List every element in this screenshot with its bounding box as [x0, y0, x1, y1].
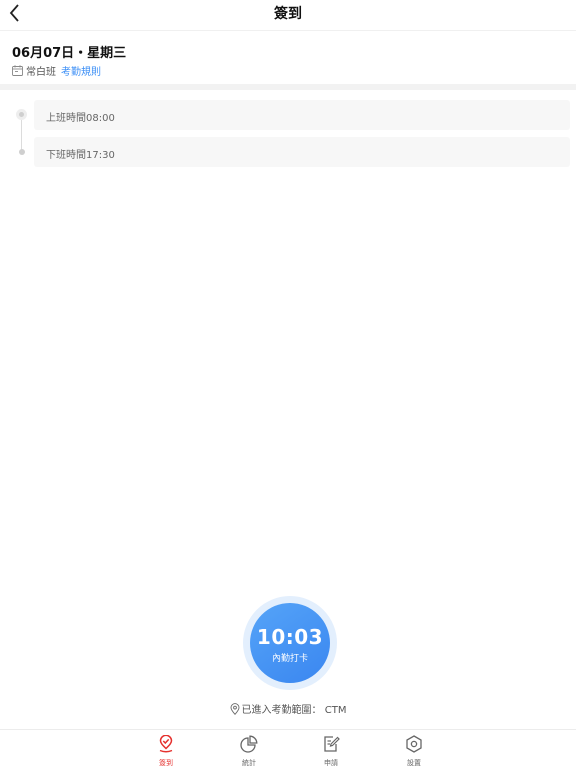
location-status-text: 已進入考勤範圍： CTM [241, 705, 347, 716]
tab-sign-in[interactable]: 簽到 [146, 735, 186, 767]
clock-out-time-label: 下班時間17:30 [46, 150, 115, 161]
tab-statistics-label: 統計 [242, 759, 256, 767]
top-nav-bar: 簽到 [0, 0, 576, 30]
punch-label: 內勤打卡 [271, 654, 308, 664]
settings-hexagon-icon [406, 735, 422, 753]
shift-row: 常白班 考勤規則 [12, 63, 101, 78]
page-title: 簽到 [274, 6, 302, 22]
timeline-dot [19, 149, 25, 155]
pie-chart-icon [240, 735, 258, 753]
section-divider [0, 84, 576, 90]
punch-in-button[interactable]: 10:03 內勤打卡 [250, 603, 330, 683]
location-status: 已進入考勤範圍： CTM [0, 701, 576, 716]
location-pin-check-icon [159, 735, 173, 753]
timeline-dot-active [19, 112, 24, 117]
clock-out-time-card: 下班時間17:30 [34, 137, 570, 167]
tab-statistics[interactable]: 統計 [229, 735, 269, 767]
current-date: 06月07日・星期三 [12, 46, 127, 61]
timeline-connector [21, 117, 22, 150]
date-info-section: 06月07日・星期三 常白班 考勤規則 [0, 30, 576, 84]
edit-document-icon [324, 736, 340, 752]
tab-apply-label: 申請 [324, 759, 338, 767]
attendance-rules-link[interactable]: 考勤規則 [61, 63, 101, 78]
tab-sign-in-label: 簽到 [159, 759, 173, 767]
punch-time: 10:03 [256, 625, 324, 649]
clock-in-time-label: 上班時間08:00 [46, 113, 115, 124]
location-pin-icon [230, 702, 239, 715]
tab-settings-label: 設置 [407, 759, 421, 767]
clock-in-time-card: 上班時間08:00 [34, 100, 570, 130]
shift-name: 常白班 [26, 66, 56, 78]
tab-settings[interactable]: 設置 [394, 735, 434, 767]
calendar-icon [12, 64, 23, 76]
bottom-tab-bar: 簽到 統計 申請 設置 [0, 729, 576, 768]
tab-apply[interactable]: 申請 [311, 735, 351, 767]
